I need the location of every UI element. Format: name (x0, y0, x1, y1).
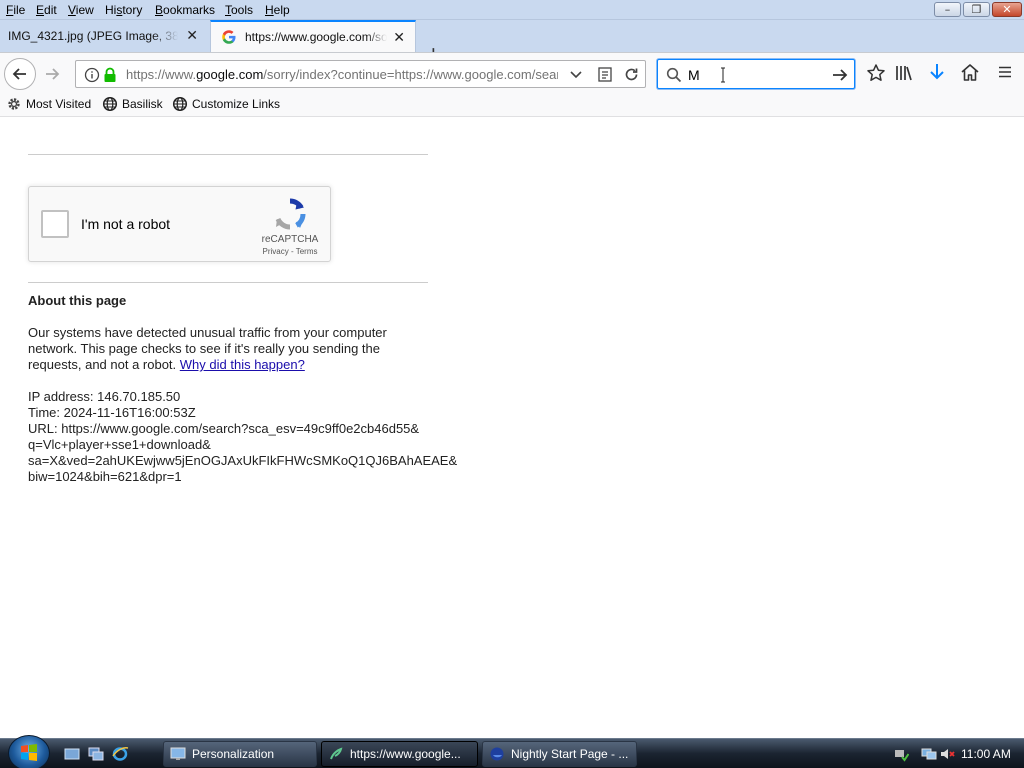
hamburger-menu-icon[interactable] (997, 64, 1013, 80)
recaptcha-logo-icon (275, 198, 306, 230)
text-cursor-icon (721, 67, 725, 83)
divider (28, 154, 428, 155)
lock-icon (104, 67, 116, 82)
ip-address: IP address: 146.70.185.50 (28, 389, 181, 404)
divider (28, 282, 428, 283)
bookmark-basilisk[interactable]: Basilisk (102, 96, 163, 112)
recaptcha-brand: reCAPTCHA (261, 234, 319, 245)
bookmarks-toolbar: Most Visited Basilisk Customize Links (0, 92, 1024, 117)
globe-icon (172, 96, 188, 112)
taskbar: Personalization https://www.google... Ni… (0, 735, 1024, 768)
recaptcha-widget: I'm not a robot reCAPTCHA Privacy - Term… (28, 186, 331, 262)
about-text-line: Our systems have detected unusual traffi… (28, 325, 387, 340)
bookmark-label: Most Visited (26, 97, 92, 111)
about-title: About this page (28, 293, 127, 308)
recaptcha-checkbox[interactable] (41, 210, 69, 238)
chevron-down-icon[interactable] (569, 69, 583, 81)
request-url: q=Vlc+player+sse1+download& (28, 437, 211, 452)
library-icon[interactable] (894, 63, 914, 83)
monitor-icon (170, 747, 186, 760)
reader-view-icon[interactable] (597, 66, 613, 83)
tab-title: https://www.google.com/sorry/index (245, 30, 387, 44)
windows-logo-icon (21, 744, 37, 761)
taskbar-item-browser-google[interactable]: https://www.google... (321, 741, 478, 767)
internet-explorer-icon[interactable] (111, 746, 129, 762)
minimize-button[interactable]: – (934, 2, 961, 17)
menu-history[interactable]: History (105, 3, 142, 17)
search-icon (666, 67, 682, 83)
restore-button[interactable]: ❐ (963, 2, 990, 17)
navigation-toolbar: https://www.google.com/sorry/index?conti… (0, 52, 1024, 92)
start-button[interactable] (8, 735, 50, 768)
nightly-icon (490, 747, 504, 761)
page-content: I'm not a robot reCAPTCHA Privacy - Term… (0, 117, 1024, 738)
close-icon[interactable]: ✕ (393, 30, 405, 46)
tab-google[interactable]: https://www.google.com/sorry/index ✕ (210, 20, 416, 52)
bookmark-label: Customize Links (192, 97, 281, 111)
volume-muted-icon[interactable] (939, 746, 955, 762)
recaptcha-label: I'm not a robot (81, 216, 171, 232)
url-bar[interactable]: https://www.google.com/sorry/index?conti… (75, 60, 646, 88)
home-icon[interactable] (960, 63, 980, 82)
taskbar-item-label: Nightly Start Page - ... (511, 747, 629, 761)
bookmark-most-visited[interactable]: Most Visited (6, 96, 91, 112)
star-icon[interactable] (866, 63, 886, 83)
reload-icon[interactable] (623, 66, 640, 83)
about-body: Our systems have detected unusual traffi… (28, 325, 387, 373)
menu-bookmarks[interactable]: Bookmarks (155, 3, 215, 17)
google-icon (222, 30, 236, 44)
why-link[interactable]: Why did this happen? (180, 357, 305, 372)
network-icon[interactable] (921, 746, 937, 762)
arrow-right-icon (46, 68, 60, 80)
menu-bar: File Edit View History Bookmarks Tools H… (0, 0, 1024, 20)
search-value: M (688, 67, 700, 83)
taskbar-item-label: Personalization (192, 747, 275, 761)
forward-button[interactable] (40, 62, 64, 86)
menu-file[interactable]: File (6, 3, 25, 17)
tab-image[interactable]: IMG_4321.jpg (JPEG Image, 3840 × 2160 pi… (0, 20, 208, 52)
bookmark-label: Basilisk (122, 97, 163, 111)
safely-remove-hardware-icon[interactable] (893, 746, 909, 762)
about-text-line: requests, and not a robot. (28, 357, 177, 372)
close-window-button[interactable]: ✕ (992, 2, 1022, 17)
url-text: https://www.google.com/sorry/index?conti… (126, 67, 558, 82)
switch-windows-icon[interactable] (88, 747, 104, 761)
info-icon[interactable] (84, 67, 100, 83)
gear-icon (8, 98, 20, 110)
taskbar-item-personalization[interactable]: Personalization (163, 741, 317, 767)
tab-strip: IMG_4321.jpg (JPEG Image, 3840 × 2160 pi… (0, 20, 1024, 64)
arrow-left-icon (12, 68, 26, 80)
taskbar-item-label: https://www.google... (350, 747, 461, 761)
arrow-right-icon[interactable] (831, 66, 849, 84)
search-input[interactable]: M (657, 59, 855, 89)
taskbar-item-nightly[interactable]: Nightly Start Page - ... (482, 741, 637, 767)
tab-title: IMG_4321.jpg (JPEG Image, 3840 × 2160 pi… (8, 29, 178, 43)
menu-tools[interactable]: Tools (225, 3, 253, 17)
globe-icon (102, 96, 118, 112)
menu-edit[interactable]: Edit (36, 3, 57, 17)
request-url: URL: https://www.google.com/search?sca_e… (28, 421, 420, 436)
request-url: sa=X&ved=2ahUKEwjww5jEnOGJAxUkFIkFHWcSMK… (28, 453, 458, 468)
bookmark-customize-links[interactable]: Customize Links (172, 96, 280, 112)
request-url: biw=1024&bih=621&dpr=1 (28, 469, 182, 484)
basilisk-icon (330, 747, 343, 760)
download-icon[interactable] (928, 62, 946, 82)
clock: 11:00 AM (961, 747, 1011, 761)
show-desktop-icon[interactable] (64, 747, 80, 761)
about-text-line: network. This page checks to see if it's… (28, 341, 380, 356)
back-button[interactable] (4, 58, 36, 90)
menu-help[interactable]: Help (265, 3, 290, 17)
recaptcha-privacy-terms[interactable]: Privacy - Terms (245, 247, 335, 256)
close-icon[interactable]: ✕ (186, 28, 198, 44)
menu-view[interactable]: View (68, 3, 94, 17)
request-time: Time: 2024-11-16T16:00:53Z (28, 405, 196, 420)
request-details: IP address: 146.70.185.50 Time: 2024-11-… (28, 389, 457, 485)
